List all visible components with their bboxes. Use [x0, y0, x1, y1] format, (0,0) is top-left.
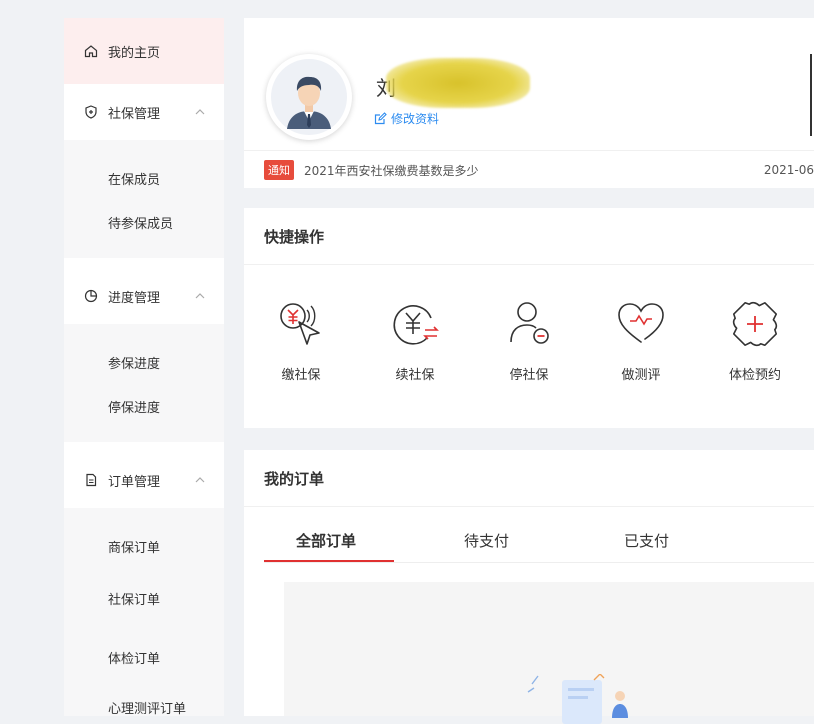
- orders-panel: 我的订单 全部订单 待支付 已支付: [244, 450, 814, 724]
- chevron-up-icon[interactable]: [194, 106, 206, 118]
- avatar[interactable]: [266, 54, 352, 140]
- sidebar-group-label: 订单管理: [108, 474, 161, 490]
- sidebar-item-home[interactable]: 我的主页: [64, 18, 224, 84]
- section-title: 快捷操作: [264, 228, 325, 246]
- divider: [244, 506, 814, 507]
- sidebar-group-shebao[interactable]: 社保管理: [64, 84, 224, 140]
- quick-action-label: 做测评: [621, 368, 661, 383]
- edit-profile-label: 修改资料: [391, 112, 440, 126]
- notice-bar[interactable]: 通知 2021年西安社保缴费基数是多少 2021-06: [244, 150, 814, 189]
- quick-action-label: 停社保: [509, 368, 549, 383]
- divider: [244, 264, 814, 265]
- sidebar-group-label: 进度管理: [108, 290, 161, 306]
- quick-action-renew-shebao[interactable]: 续社保: [370, 296, 460, 383]
- heart-pulse-icon: [618, 303, 664, 343]
- profile-card: 刘 修改资料 通知 2021年西安社保缴费基数是多少 2021-06: [244, 18, 814, 188]
- user-avatar-icon: [271, 59, 347, 135]
- user-minus-icon: [510, 302, 549, 344]
- tab-paid[interactable]: 已支付: [624, 530, 669, 551]
- empty-illustration-icon: [527, 674, 628, 724]
- quick-action-assessment[interactable]: 做测评: [596, 296, 686, 383]
- quick-action-checkup[interactable]: 体检预约: [710, 296, 800, 383]
- tab-pending-payment[interactable]: 待支付: [464, 530, 509, 551]
- name-redaction: [386, 58, 530, 108]
- chevron-up-icon[interactable]: [194, 474, 206, 486]
- sidebar-submenu: 参保进度 停保进度: [64, 324, 224, 442]
- sidebar-item-insured-members[interactable]: 在保成员: [108, 169, 160, 188]
- active-tab-indicator: [264, 560, 394, 562]
- yuan-exchange-icon: [393, 305, 439, 345]
- quick-action-stop-shebao[interactable]: 停社保: [484, 296, 574, 383]
- shield-plus-icon: [84, 105, 98, 119]
- notice-badge: 通知: [264, 160, 294, 180]
- sidebar-submenu: 在保成员 待参保成员: [64, 140, 224, 258]
- notice-date: 2021-06: [763, 163, 814, 177]
- sidebar-item-shebao-orders[interactable]: 社保订单: [108, 589, 160, 608]
- quick-action-label: 续社保: [395, 368, 435, 383]
- quick-action-label: 缴社保: [281, 368, 321, 383]
- edit-icon: [374, 112, 387, 125]
- sidebar-item-checkup-orders[interactable]: 体检订单: [108, 648, 160, 667]
- sidebar-group-progress[interactable]: 进度管理: [64, 268, 224, 324]
- sidebar-item-enroll-progress[interactable]: 参保进度: [108, 353, 160, 372]
- notice-text[interactable]: 2021年西安社保缴费基数是多少: [304, 162, 479, 179]
- sidebar-item-commercial-orders[interactable]: 商保订单: [108, 537, 160, 556]
- tab-baseline: [264, 562, 814, 563]
- quick-action-label: 体检预约: [728, 368, 781, 383]
- medical-cross-icon: [732, 301, 778, 347]
- home-icon: [84, 44, 98, 58]
- section-title: 我的订单: [264, 470, 325, 488]
- tab-all-orders[interactable]: 全部订单: [296, 530, 356, 551]
- yuan-cursor-icon: [280, 303, 320, 345]
- sidebar-item-psych-orders[interactable]: 心理测评订单: [108, 698, 186, 717]
- quick-actions-panel: 快捷操作 缴社保 续社保 停社保 做测评 体检预约: [244, 208, 814, 428]
- cut-off-element: [810, 54, 814, 136]
- sidebar-item-stop-progress[interactable]: 停保进度: [108, 397, 160, 416]
- pie-chart-icon: [84, 289, 98, 303]
- chevron-up-icon[interactable]: [194, 290, 206, 302]
- orders-empty-area: [284, 582, 814, 724]
- edit-profile-link[interactable]: 修改资料: [374, 110, 439, 127]
- quick-action-pay-shebao[interactable]: 缴社保: [256, 296, 346, 383]
- sidebar-item-label: 我的主页: [108, 45, 161, 61]
- sidebar-item-pending-members[interactable]: 待参保成员: [108, 213, 173, 232]
- sidebar-submenu: 商保订单 社保订单 体检订单 心理测评订单: [64, 508, 224, 717]
- sidebar: 我的主页 社保管理 在保成员 待参保成员 进度管理 参保进度 停保进度 订单管理…: [64, 18, 224, 717]
- document-icon: [84, 473, 98, 487]
- sidebar-group-label: 社保管理: [108, 106, 161, 122]
- sidebar-group-orders[interactable]: 订单管理: [64, 452, 224, 508]
